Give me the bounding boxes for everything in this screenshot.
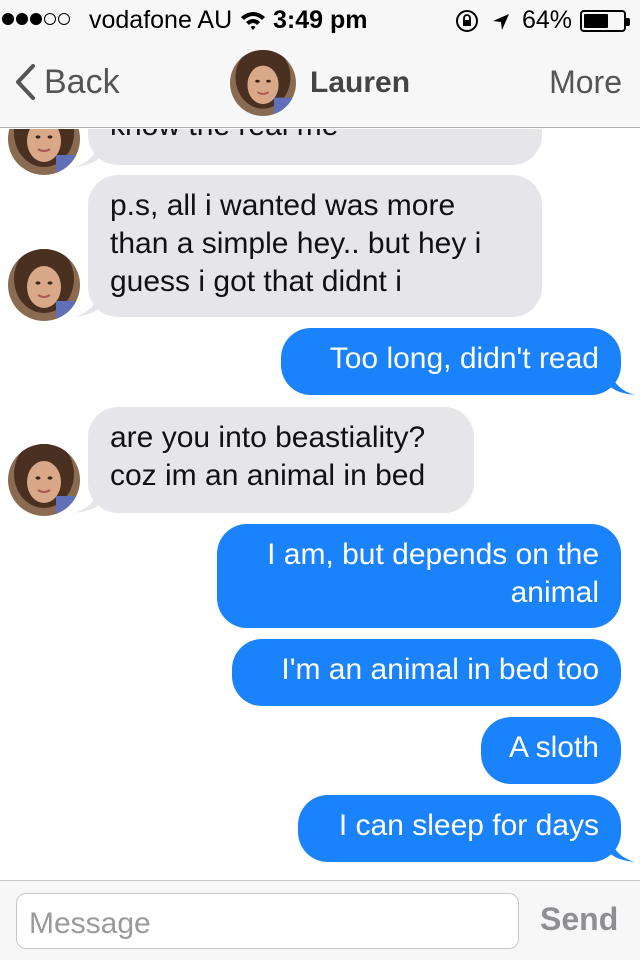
message-line: coz im an animal in bed xyxy=(110,459,426,492)
more-button[interactable]: More xyxy=(549,64,622,101)
message-bubble[interactable]: A sloth xyxy=(481,717,621,784)
message-line: than a simple hey.. but hey i xyxy=(110,227,482,260)
status-bar: vodafone AU 3:49 pm 64% xyxy=(0,0,640,40)
back-button[interactable]: Back xyxy=(14,60,120,104)
signal-strength-icon xyxy=(2,13,70,25)
rotation-lock-icon xyxy=(454,9,480,40)
contact-header[interactable]: Lauren xyxy=(230,50,410,116)
status-time: 3:49 pm xyxy=(273,6,368,34)
chevron-left-icon xyxy=(16,64,35,100)
message-line: I am, but depends on the xyxy=(267,538,599,571)
back-label: Back xyxy=(44,62,120,101)
bubble-tail xyxy=(609,367,635,395)
message-line: guess i got that didnt i xyxy=(110,265,402,298)
message-bubble[interactable]: know the real me xyxy=(88,129,542,165)
sender-avatar xyxy=(8,249,80,321)
message-line: A sloth xyxy=(508,731,599,764)
message-line: know the real me xyxy=(110,129,520,145)
battery-percent: 64% xyxy=(522,6,573,34)
compose-bar: Send xyxy=(0,880,640,960)
message-line: I can sleep for days xyxy=(338,809,599,842)
battery-icon xyxy=(580,10,630,32)
sender-avatar xyxy=(8,129,80,175)
message-bubble[interactable]: p.s, all i wanted was more than a simple… xyxy=(88,175,542,317)
message-line: I'm an animal in bed too xyxy=(281,653,599,686)
message-input[interactable] xyxy=(16,893,519,949)
conversation-thread[interactable]: know the real me p.s, all i wanted was m… xyxy=(0,129,640,880)
wifi-icon xyxy=(240,10,266,39)
location-arrow-icon xyxy=(491,10,511,39)
bubble-tail xyxy=(609,834,635,862)
message-bubble[interactable]: I am, but depends on the animal xyxy=(217,524,621,628)
message-line: are you into beastiality? xyxy=(110,421,426,454)
message-bubble[interactable]: I can sleep for days xyxy=(298,795,621,862)
carrier-name: vodafone AU xyxy=(89,6,233,34)
navigation-bar: Back Lauren More xyxy=(0,40,640,128)
message-bubble[interactable]: Too long, didn't read xyxy=(281,328,621,395)
message-bubble[interactable]: are you into beastiality? coz im an anim… xyxy=(88,407,474,513)
contact-name: Lauren xyxy=(310,66,411,99)
message-line: p.s, all i wanted was more xyxy=(110,189,456,222)
message-bubble[interactable]: I'm an animal in bed too xyxy=(232,639,621,706)
contact-avatar[interactable] xyxy=(230,50,296,116)
sender-avatar xyxy=(8,444,80,516)
message-line: animal xyxy=(510,576,599,609)
message-line: Too long, didn't read xyxy=(329,342,599,375)
send-button[interactable]: Send xyxy=(540,901,618,938)
